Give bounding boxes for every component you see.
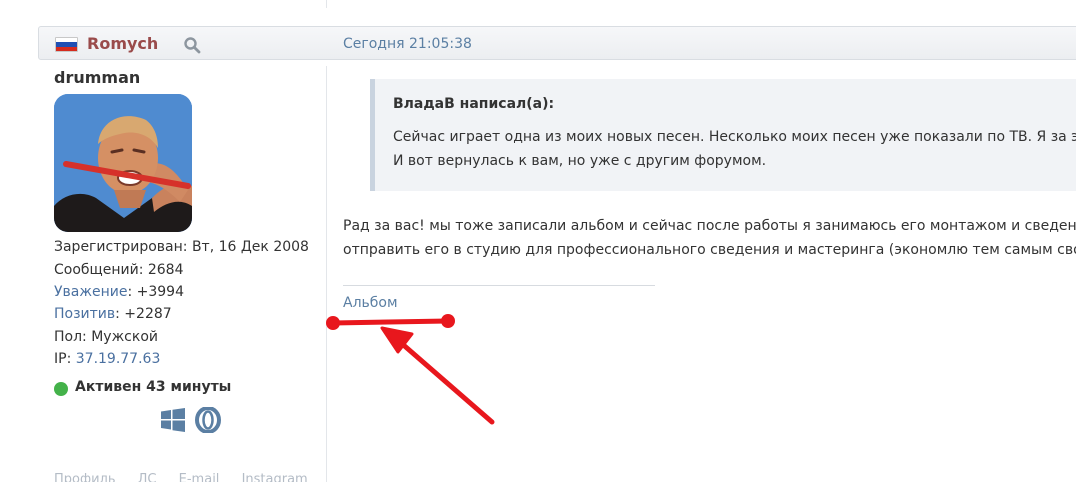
quote-text-line: И вот вернулась к вам, но уже с другим ф…: [393, 153, 767, 169]
positive-row: Позитив: +2287: [54, 306, 172, 322]
username[interactable]: drumman: [54, 68, 140, 87]
message-count: Сообщений: 2684: [54, 262, 184, 278]
avatar[interactable]: [54, 94, 192, 232]
registered-date: Зарегистрирован: Вт, 16 Дек 2008: [54, 239, 309, 255]
signature-divider: [343, 285, 655, 286]
user-panel-divider: [326, 66, 327, 482]
annotation-arrow-shaft: [397, 339, 495, 425]
post-text-line: Рад за вас! мы тоже записали альбом и се…: [343, 218, 1076, 234]
profile-links-bar: Профиль ЛС E-mail Instagram: [54, 472, 326, 482]
profile-link[interactable]: Профиль: [54, 472, 116, 482]
signature-album-link[interactable]: Альбом: [343, 295, 398, 311]
annotation-underline: [330, 318, 451, 326]
post-author-link[interactable]: Romych: [87, 34, 158, 53]
russia-flag-icon: [55, 37, 78, 52]
annotation-underline-end-dot: [441, 314, 455, 328]
email-link[interactable]: E-mail: [179, 472, 220, 482]
post-header: Romych Сегодня 21:05:38: [38, 26, 1076, 60]
forum-post-page: Romych Сегодня 21:05:38 drumman Зарегист…: [0, 0, 1076, 482]
positive-value: : +2287: [115, 306, 172, 322]
online-status-text: Активен 43 минуты: [75, 379, 232, 395]
gender: Пол: Мужской: [54, 329, 159, 345]
windows-icon: [161, 408, 185, 432]
annotation-underline-start-dot: [326, 316, 340, 330]
ip-link[interactable]: 37.19.77.63: [76, 351, 161, 367]
post-text-line: отправить его в студию для профессиональ…: [343, 242, 1076, 258]
respect-row: Уважение: +3994: [54, 284, 184, 300]
search-icon[interactable]: [183, 36, 201, 54]
positive-link[interactable]: Позитив: [54, 306, 115, 322]
post-timestamp-link[interactable]: Сегодня 21:05:38: [343, 36, 472, 52]
annotation-arrow-head: [380, 326, 414, 354]
private-message-link[interactable]: ЛС: [138, 472, 157, 482]
quote-block: ВладаВ написал(а): Сейчас играет одна из…: [370, 79, 1076, 191]
quote-text-line: Сейчас играет одна из моих новых песен. …: [393, 129, 1076, 145]
respect-value: : +3994: [127, 284, 184, 300]
quote-author: ВладаВ написал(а):: [393, 96, 555, 112]
previous-post-divider: [326, 0, 327, 8]
respect-link[interactable]: Уважение: [54, 284, 127, 300]
ip-label: IP:: [54, 351, 76, 367]
online-status-dot-icon: [54, 382, 68, 396]
opera-icon: [195, 407, 221, 433]
instagram-link[interactable]: Instagram: [242, 472, 308, 482]
ip-row: IP: 37.19.77.63: [54, 351, 160, 367]
